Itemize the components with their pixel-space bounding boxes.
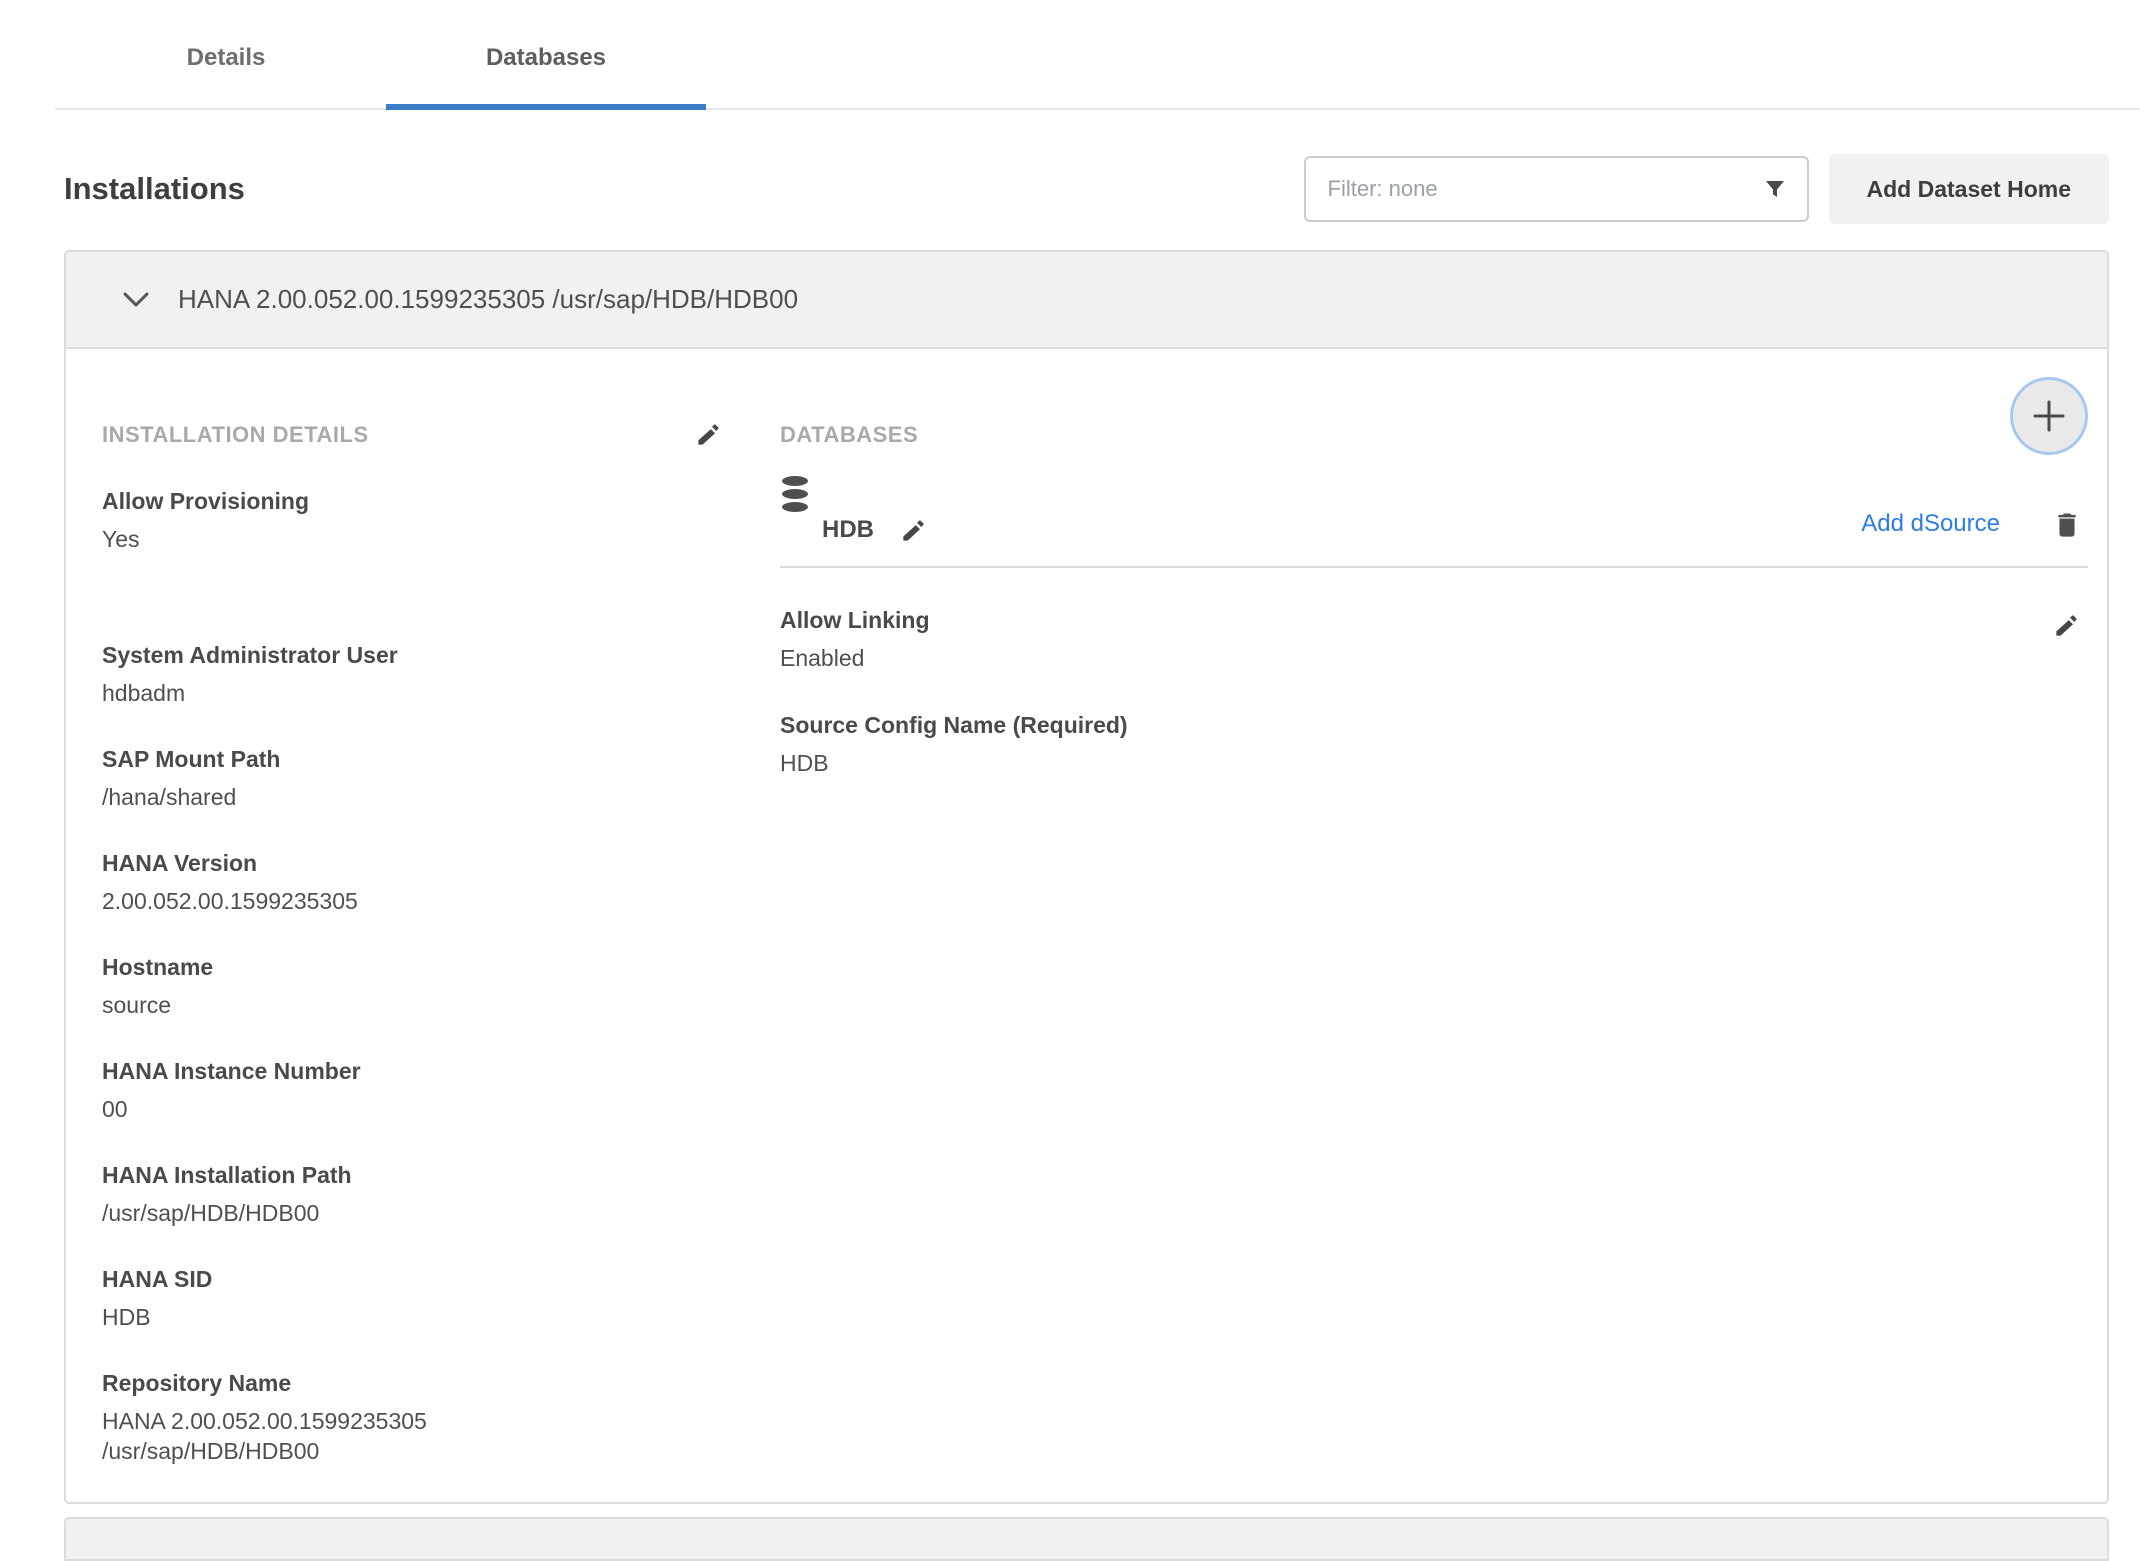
field-label: System Administrator User (102, 641, 780, 669)
field-label: SAP Mount Path (102, 745, 780, 773)
field-sap-mount-path: SAP Mount Path /hana/shared (102, 745, 780, 812)
add-database-plus-button[interactable] (2010, 377, 2088, 455)
tab-details-label: Details (187, 44, 266, 71)
installation-details-title: INSTALLATION DETAILS (102, 421, 369, 449)
database-row: HDB Add dSource (780, 475, 2088, 544)
databases-title: DATABASES (780, 422, 918, 447)
filter-input[interactable] (1326, 175, 1763, 203)
field-label: HANA Version (102, 849, 780, 877)
allow-linking-row: Allow Linking Enabled (780, 606, 2088, 673)
field-value: /usr/sap/HDB/HDB00 (102, 1198, 780, 1228)
add-dataset-home-button[interactable]: Add Dataset Home (1829, 154, 2109, 224)
field-system-administrator-user: System Administrator User hdbadm (102, 641, 780, 708)
page-title: Installations (64, 171, 245, 207)
active-tab-underline (386, 104, 706, 110)
field-value: HDB (102, 1302, 780, 1332)
tab-databases-label: Databases (486, 44, 606, 71)
field-value: hdbadm (102, 678, 780, 708)
edit-allow-linking-pencil-icon[interactable] (2053, 612, 2080, 639)
installation-details-head: INSTALLATION DETAILS (102, 421, 722, 449)
tab-bar: Details Databases (55, 30, 2140, 110)
field-value: /hana/shared (102, 782, 780, 812)
field-hana-version: HANA Version 2.00.052.00.1599235305 (102, 849, 780, 916)
field-source-config-name: Source Config Name (Required) HDB (780, 711, 2088, 778)
field-value: source (102, 990, 780, 1020)
next-installation-panel-header[interactable] (64, 1517, 2109, 1561)
field-label: Repository Name (102, 1369, 780, 1397)
databases-divider (780, 566, 2088, 568)
edit-database-name-pencil-icon[interactable] (900, 517, 927, 544)
field-value-line-2: /usr/sap/HDB/HDB00 (102, 1436, 780, 1466)
field-label: Allow Provisioning (102, 487, 780, 515)
field-label: HANA SID (102, 1265, 780, 1293)
add-dsource-link[interactable]: Add dSource (1861, 510, 2000, 538)
databases-head: DATABASES (780, 421, 2088, 449)
field-value-line-1: HANA 2.00.052.00.1599235305 (102, 1406, 780, 1436)
database-name-row: HDB (780, 516, 927, 544)
header-row: Installations Add Dataset Home (64, 154, 2109, 224)
field-hostname: Hostname source (102, 953, 780, 1020)
field-value: 2.00.052.00.1599235305 (102, 886, 780, 916)
tab-databases[interactable]: Databases (386, 30, 706, 108)
field-allow-provisioning: Allow Provisioning Yes (102, 487, 780, 554)
filter-input-wrap (1304, 156, 1809, 222)
database-name: HDB (822, 516, 874, 544)
field-value: 00 (102, 1094, 780, 1124)
field-label: Source Config Name (Required) (780, 711, 2088, 739)
plus-icon (2030, 397, 2068, 435)
field-allow-linking: Allow Linking Enabled (780, 606, 930, 673)
field-label: HANA Instance Number (102, 1057, 780, 1085)
field-value: Enabled (780, 643, 930, 673)
field-hana-instance-number: HANA Instance Number 00 (102, 1057, 780, 1124)
installation-panel-body: INSTALLATION DETAILS Allow Provisioning … (66, 349, 2107, 1502)
field-label: Hostname (102, 953, 780, 981)
field-label: Allow Linking (780, 606, 930, 634)
field-value: HDB (780, 748, 2088, 778)
edit-installation-details-pencil-icon[interactable] (695, 421, 722, 448)
installation-details-column: INSTALLATION DETAILS Allow Provisioning … (102, 421, 780, 1466)
toolbar: Add Dataset Home (1304, 154, 2109, 224)
field-repository-name: Repository Name HANA 2.00.052.00.1599235… (102, 1369, 780, 1466)
delete-database-trash-icon[interactable] (2054, 510, 2080, 538)
installation-panel-title: HANA 2.00.052.00.1599235305 /usr/sap/HDB… (178, 284, 798, 315)
installation-panel: HANA 2.00.052.00.1599235305 /usr/sap/HDB… (64, 250, 2109, 1504)
field-value: Yes (102, 524, 780, 554)
filter-icon[interactable] (1763, 177, 1787, 201)
databases-column: DATABASES HDB Add dSource (780, 421, 2088, 1466)
chevron-down-icon[interactable] (122, 291, 150, 308)
tab-details[interactable]: Details (66, 30, 386, 108)
database-identity: HDB (780, 475, 927, 544)
installation-panel-header[interactable]: HANA 2.00.052.00.1599235305 /usr/sap/HDB… (66, 252, 2107, 349)
database-actions: Add dSource (1861, 510, 2088, 538)
field-hana-sid: HANA SID HDB (102, 1265, 780, 1332)
field-hana-installation-path: HANA Installation Path /usr/sap/HDB/HDB0… (102, 1161, 780, 1228)
database-icon (780, 475, 927, 518)
field-label: HANA Installation Path (102, 1161, 780, 1189)
